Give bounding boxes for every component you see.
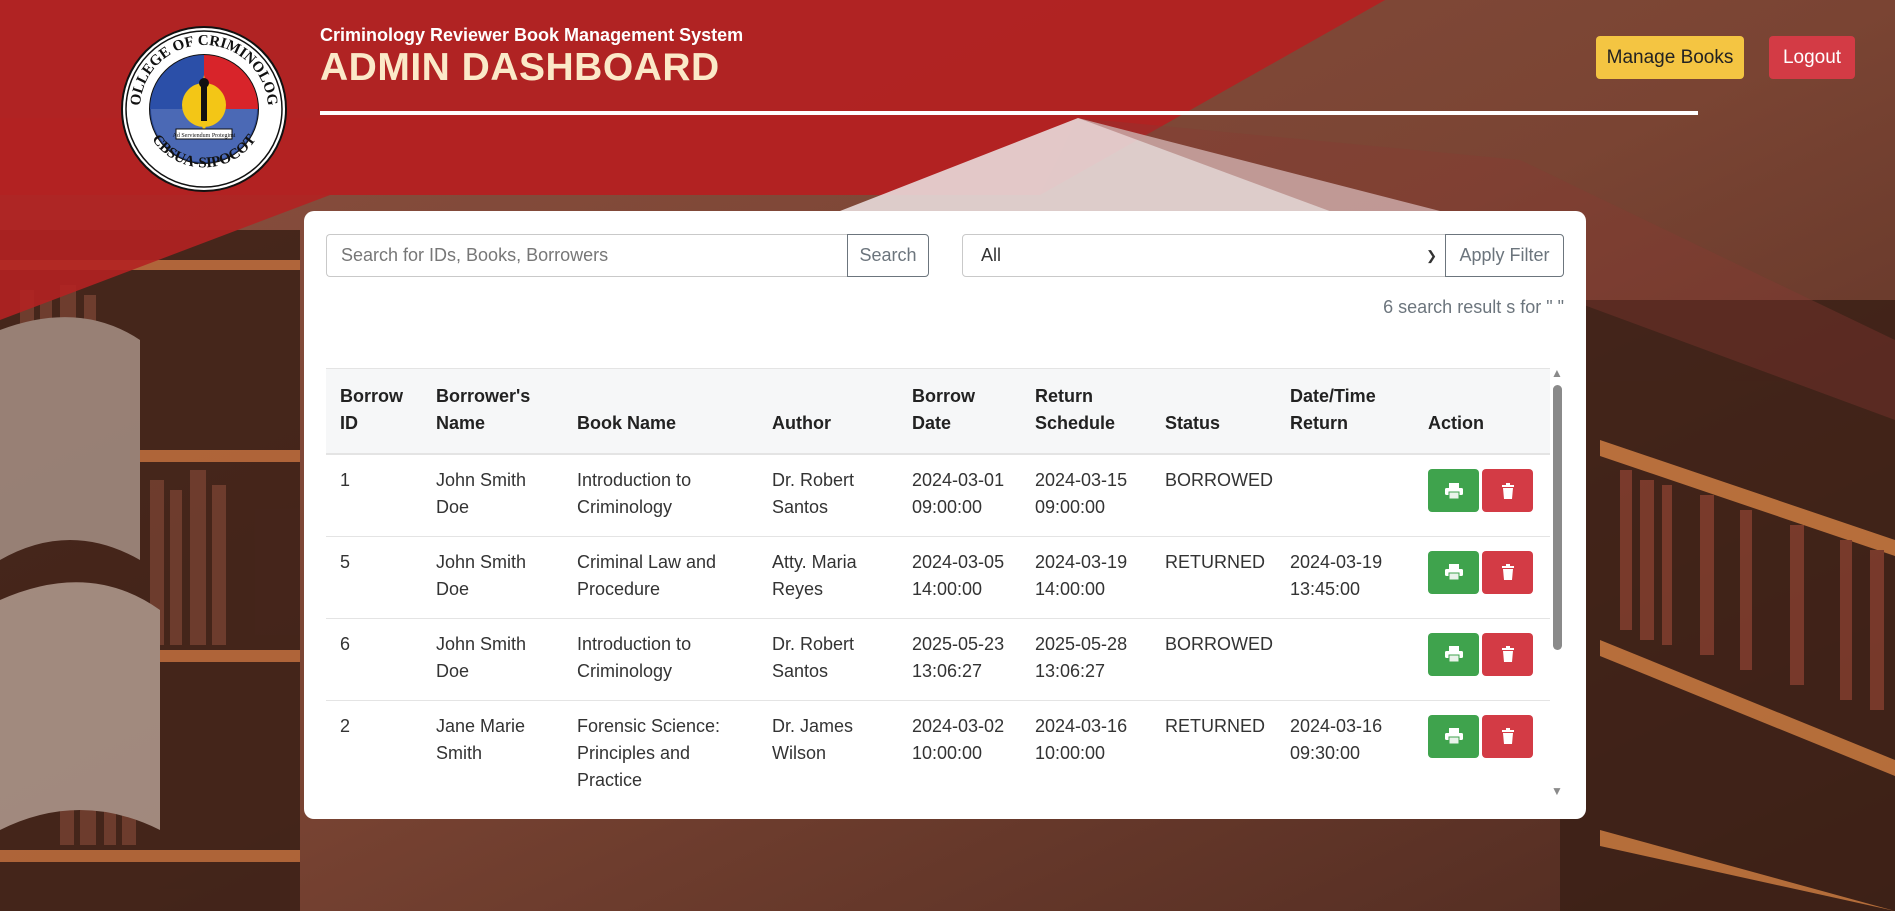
cell-author: Dr. James Wilson xyxy=(758,700,898,796)
table-row: 2 Jane Marie Smith Forensic Science: Pri… xyxy=(326,700,1550,796)
borrow-table-container[interactable]: Borrow ID Borrower's Name Book Name Auth… xyxy=(326,368,1550,796)
header-return-schedule: Return Schedule xyxy=(1021,368,1151,455)
cell-return-schedule: 2024-03-19 14:00:00 xyxy=(1021,536,1151,619)
cell-borrower: John Smith Doe xyxy=(422,454,563,537)
print-icon xyxy=(1444,564,1463,581)
chevron-down-icon: ❯ xyxy=(1426,247,1437,263)
cell-date-return xyxy=(1276,454,1414,537)
cell-status: RETURNED xyxy=(1151,700,1276,796)
cell-date-return: 2024-03-16 09:30:00 xyxy=(1276,700,1414,796)
print-icon xyxy=(1444,646,1463,663)
search-button[interactable]: Search xyxy=(847,234,929,277)
table-row: 6 John Smith Doe Introduction to Crimino… xyxy=(326,618,1550,701)
cell-book-name: Forensic Science: Principles and Practic… xyxy=(563,700,758,796)
trash-icon xyxy=(1501,646,1514,662)
cell-status: RETURNED xyxy=(1151,536,1276,619)
search-input[interactable] xyxy=(326,234,847,277)
status-filter-select[interactable]: All ❯ xyxy=(962,234,1448,277)
print-button[interactable] xyxy=(1428,550,1479,594)
trash-icon xyxy=(1501,728,1514,744)
cell-date-return xyxy=(1276,618,1414,701)
arrow-down-icon[interactable]: ▼ xyxy=(1551,784,1563,798)
header-borrow-id: Borrow ID xyxy=(326,368,422,455)
cell-borrower: Jane Marie Smith xyxy=(422,700,563,796)
cell-author: Dr. Robert Santos xyxy=(758,618,898,701)
trash-icon xyxy=(1501,564,1514,580)
svg-text:Ad Serviendum Protegimi: Ad Serviendum Protegimi xyxy=(173,133,236,139)
delete-button[interactable] xyxy=(1482,632,1533,676)
header-borrower: Borrower's Name xyxy=(422,368,563,455)
cell-borrow-id: 6 xyxy=(326,618,422,701)
table-scrollbar[interactable]: ▲ ▼ xyxy=(1550,366,1564,798)
delete-button[interactable] xyxy=(1482,469,1533,512)
trash-icon xyxy=(1501,482,1514,499)
delete-button[interactable] xyxy=(1482,550,1533,594)
delete-button[interactable] xyxy=(1482,714,1533,758)
cell-borrow-id: 5 xyxy=(326,536,422,619)
cell-actions xyxy=(1414,700,1550,796)
manage-books-button[interactable]: Manage Books xyxy=(1596,36,1744,79)
cell-borrow-date: 2025-05-23 13:06:27 xyxy=(898,618,1021,701)
table-row: 1 John Smith Doe Introduction to Crimino… xyxy=(326,454,1550,537)
arrow-up-icon[interactable]: ▲ xyxy=(1551,366,1563,380)
table-row: 5 John Smith Doe Criminal Law and Proced… xyxy=(326,536,1550,619)
cell-actions xyxy=(1414,536,1550,619)
cell-status: BORROWED xyxy=(1151,454,1276,537)
cell-return-schedule: 2025-05-28 13:06:27 xyxy=(1021,618,1151,701)
cell-borrow-date: 2024-03-01 09:00:00 xyxy=(898,454,1021,537)
scrollbar-thumb[interactable] xyxy=(1553,385,1562,650)
print-icon xyxy=(1444,728,1463,745)
cell-author: Dr. Robert Santos xyxy=(758,454,898,537)
cell-borrow-date: 2024-03-02 10:00:00 xyxy=(898,700,1021,796)
print-button[interactable] xyxy=(1428,469,1479,512)
header-status: Status xyxy=(1151,368,1276,455)
apply-filter-button[interactable]: Apply Filter xyxy=(1445,234,1564,277)
header-borrow-date: Borrow Date xyxy=(898,368,1021,455)
cell-borrow-id: 2 xyxy=(326,700,422,796)
print-button[interactable] xyxy=(1428,632,1479,676)
header-book-name: Book Name xyxy=(563,368,758,455)
print-icon xyxy=(1444,482,1463,499)
cell-author: Atty. Maria Reyes xyxy=(758,536,898,619)
header-divider xyxy=(320,111,1698,115)
print-button[interactable] xyxy=(1428,714,1479,758)
result-count: 6 search result s for " " xyxy=(1383,297,1564,317)
header-subtitle: Criminology Reviewer Book Management Sys… xyxy=(320,25,744,45)
header-action: Action xyxy=(1414,368,1550,455)
cell-borrow-date: 2024-03-05 14:00:00 xyxy=(898,536,1021,619)
header-author: Author xyxy=(758,368,898,455)
cell-actions xyxy=(1414,454,1550,537)
filter-selected-value: All xyxy=(981,245,1002,265)
cell-book-name: Introduction to Criminology xyxy=(563,454,758,537)
header-date-return: Date/Time Return xyxy=(1276,368,1414,455)
cell-return-schedule: 2024-03-16 10:00:00 xyxy=(1021,700,1151,796)
cell-date-return: 2024-03-19 13:45:00 xyxy=(1276,536,1414,619)
cell-book-name: Introduction to Criminology xyxy=(563,618,758,701)
logout-button[interactable]: Logout xyxy=(1769,36,1855,79)
cell-borrower: John Smith Doe xyxy=(422,536,563,619)
cell-book-name: Criminal Law and Procedure xyxy=(563,536,758,619)
cell-borrower: John Smith Doe xyxy=(422,618,563,701)
page-title: ADMIN DASHBOARD xyxy=(320,46,720,89)
borrow-table: Borrow ID Borrower's Name Book Name Auth… xyxy=(326,368,1550,796)
cell-return-schedule: 2024-03-15 09:00:00 xyxy=(1021,454,1151,537)
cell-status: BORROWED xyxy=(1151,618,1276,701)
cell-borrow-id: 1 xyxy=(326,454,422,537)
borrow-records-panel: Search All ❯ Apply Filter 6 search resul… xyxy=(304,211,1586,819)
cell-actions xyxy=(1414,618,1550,701)
college-logo: Ad Serviendum Protegimi COLLEGE OF CRIMI… xyxy=(115,13,288,193)
table-header-row: Borrow ID Borrower's Name Book Name Auth… xyxy=(326,368,1550,455)
